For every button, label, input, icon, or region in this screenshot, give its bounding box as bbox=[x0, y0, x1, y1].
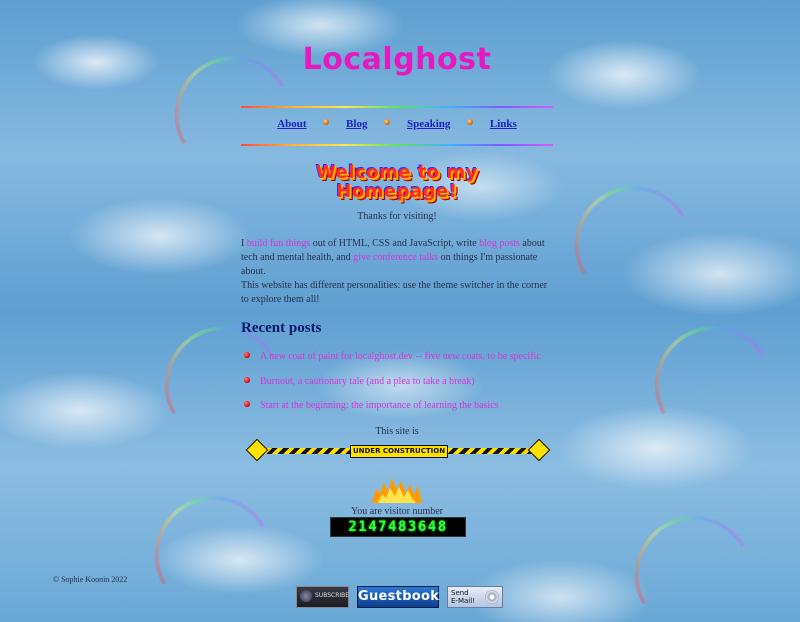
under-construction-label: UNDER CONSTRUCTION bbox=[350, 445, 448, 458]
welcome-banner: Welcome to my Homepage! bbox=[241, 163, 553, 201]
rainbow-divider bbox=[241, 106, 553, 108]
send-email-badge[interactable]: Send E-Mail! bbox=[447, 586, 503, 608]
nav-link-speaking[interactable]: Speaking bbox=[407, 118, 450, 130]
visitor-text: You are visitor number bbox=[350, 506, 444, 517]
theme-paragraph: This website has different personalities… bbox=[241, 280, 548, 305]
post-link[interactable]: A new coat of paint for localghost.dev -… bbox=[260, 351, 541, 362]
bullet-icon bbox=[244, 352, 250, 358]
email-label-line-2: E-Mail! bbox=[451, 597, 475, 605]
bullet-icon bbox=[244, 377, 250, 383]
intro-paragraph: I build fun things out of HTML, CSS and … bbox=[241, 237, 553, 279]
main-nav: About Blog Speaking Links bbox=[241, 118, 553, 130]
under-construction-banner: UNDER CONSTRUCTION bbox=[245, 438, 551, 462]
rainbow-decoration bbox=[133, 474, 265, 585]
email-label-line-1: Send bbox=[451, 589, 469, 597]
this-site-is-text: This site is bbox=[375, 426, 419, 437]
construction-sign-icon bbox=[245, 438, 269, 462]
construction-sign-icon bbox=[527, 438, 551, 462]
email-label: Send E-Mail! bbox=[451, 589, 475, 605]
build-fun-things-link[interactable]: build fun things bbox=[247, 238, 310, 249]
rss-icon bbox=[300, 590, 312, 602]
conference-talks-link[interactable]: give conference talks bbox=[353, 252, 438, 263]
nav-bullet-icon bbox=[467, 119, 474, 125]
nav-link-blog[interactable]: Blog bbox=[346, 118, 367, 130]
fire-icon bbox=[372, 478, 422, 503]
copyright-text: © Sophie Koonin 2022 bbox=[53, 575, 128, 584]
welcome-line-2: Homepage! bbox=[336, 181, 458, 202]
nav-bullet-icon bbox=[323, 119, 330, 125]
visitor-counter: 2147483648 bbox=[330, 517, 466, 537]
rainbow-divider bbox=[241, 144, 553, 146]
post-list-item: Burnout, a cautionary tale (and a plea t… bbox=[244, 376, 475, 387]
bullet-icon bbox=[244, 401, 250, 407]
subscribe-badge[interactable]: SUBSCRIBE bbox=[296, 586, 349, 608]
cd-icon bbox=[485, 590, 499, 604]
welcome-line-1: Welcome to my bbox=[315, 162, 479, 183]
nav-link-about[interactable]: About bbox=[277, 118, 306, 130]
post-list-item: Start at the beginning: the importance o… bbox=[244, 400, 499, 411]
guestbook-badge[interactable]: Guestbook bbox=[357, 586, 439, 608]
recent-posts-heading: Recent posts bbox=[241, 320, 322, 336]
site-title[interactable]: Localghost bbox=[241, 42, 553, 77]
thanks-text: Thanks for visiting! bbox=[357, 211, 437, 222]
rainbow-decoration bbox=[613, 494, 745, 605]
nav-bullet-icon bbox=[384, 119, 391, 125]
rainbow-decoration bbox=[633, 304, 765, 415]
subscribe-label: SUBSCRIBE bbox=[315, 592, 350, 599]
post-link[interactable]: Burnout, a cautionary tale (and a plea t… bbox=[260, 376, 475, 387]
rainbow-decoration bbox=[553, 164, 685, 275]
intro-text: out of HTML, CSS and JavaScript, write bbox=[310, 238, 480, 249]
post-link[interactable]: Start at the beginning: the importance o… bbox=[260, 400, 499, 411]
nav-link-links[interactable]: Links bbox=[490, 118, 517, 130]
blog-posts-link[interactable]: blog posts bbox=[479, 238, 520, 249]
post-list-item: A new coat of paint for localghost.dev -… bbox=[244, 351, 541, 362]
